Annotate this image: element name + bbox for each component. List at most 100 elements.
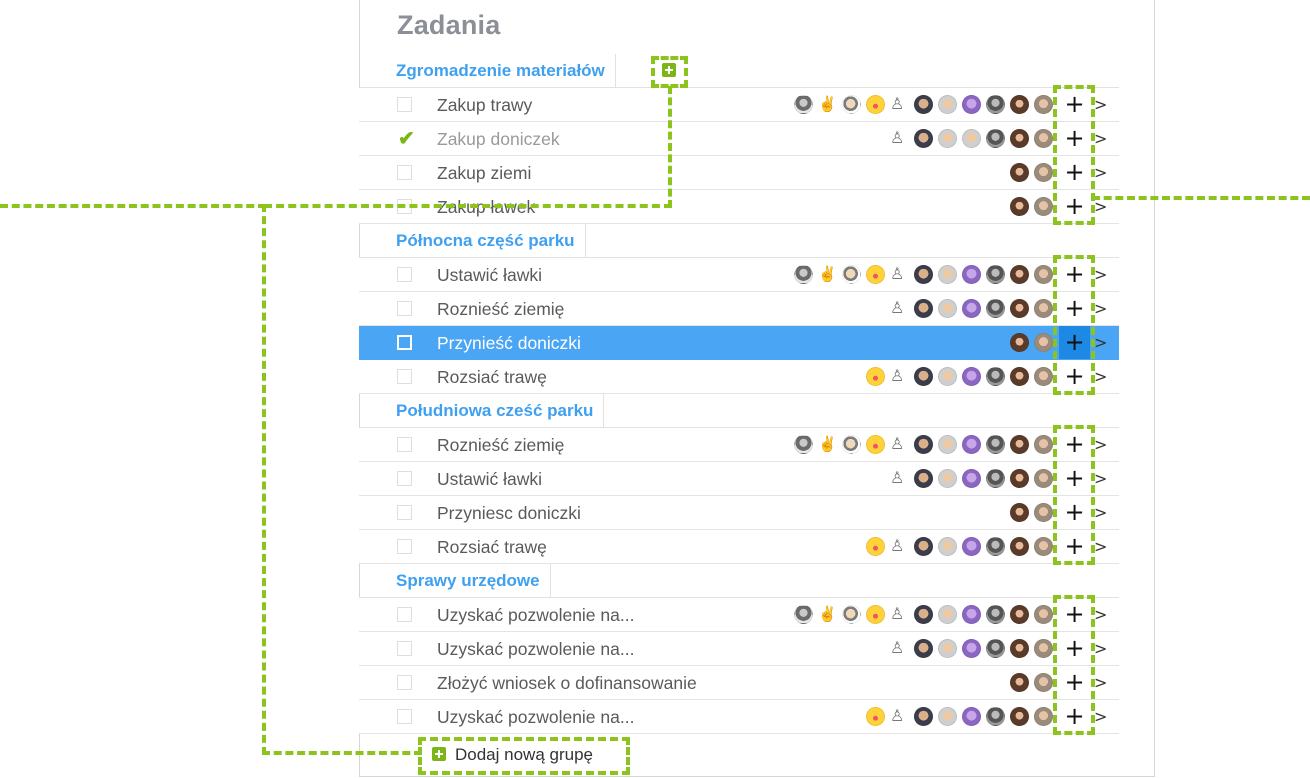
- avatar[interactable]: [914, 265, 933, 284]
- avatar[interactable]: [1010, 333, 1029, 352]
- task-row[interactable]: Złożyć wniosek o dofinansowanie: [359, 666, 1119, 700]
- avatar[interactable]: [842, 265, 861, 284]
- chevron-right-icon[interactable]: >: [1094, 428, 1107, 461]
- group-title[interactable]: Południowa cześć parku: [386, 394, 605, 429]
- task-row[interactable]: Ustawić ławki: [359, 258, 1119, 292]
- task-checkbox[interactable]: [397, 165, 412, 180]
- avatar[interactable]: [1034, 435, 1053, 454]
- avatar[interactable]: [1010, 435, 1029, 454]
- avatar[interactable]: [986, 95, 1005, 114]
- chevron-right-icon[interactable]: >: [1094, 700, 1107, 733]
- avatar[interactable]: [890, 435, 909, 454]
- task-checkbox[interactable]: [397, 539, 412, 554]
- task-checkbox[interactable]: [397, 335, 412, 350]
- avatar[interactable]: [914, 707, 933, 726]
- avatar[interactable]: [914, 469, 933, 488]
- avatar[interactable]: [866, 435, 885, 454]
- group-title[interactable]: Zgromadzenie materiałów: [386, 54, 616, 89]
- avatar[interactable]: [962, 435, 981, 454]
- avatar[interactable]: [1034, 503, 1053, 522]
- avatar[interactable]: [962, 95, 981, 114]
- task-row[interactable]: Rozsiać trawę: [359, 530, 1119, 564]
- task-row[interactable]: ✔ Zakup doniczek: [359, 122, 1119, 156]
- task-row[interactable]: Rozsiać trawę: [359, 360, 1119, 394]
- avatar[interactable]: [794, 95, 813, 114]
- avatar[interactable]: [962, 265, 981, 284]
- avatar[interactable]: [866, 95, 885, 114]
- avatar[interactable]: [842, 435, 861, 454]
- avatar[interactable]: [938, 95, 957, 114]
- chevron-right-icon[interactable]: >: [1094, 530, 1107, 563]
- avatar[interactable]: [962, 537, 981, 556]
- avatar[interactable]: [890, 129, 909, 148]
- task-row[interactable]: Roznieść ziemię: [359, 428, 1119, 462]
- avatar[interactable]: [890, 469, 909, 488]
- avatar[interactable]: [890, 265, 909, 284]
- avatar[interactable]: [938, 469, 957, 488]
- chevron-right-icon[interactable]: >: [1094, 190, 1107, 223]
- chevron-right-icon[interactable]: >: [1094, 666, 1107, 699]
- avatar[interactable]: [962, 707, 981, 726]
- task-row[interactable]: Uzyskać pozwolenie na...: [359, 700, 1119, 734]
- avatar[interactable]: [938, 707, 957, 726]
- task-checkbox[interactable]: [397, 607, 412, 622]
- task-checkbox[interactable]: [397, 505, 412, 520]
- task-row[interactable]: Uzyskać pozwolenie na...: [359, 632, 1119, 666]
- chevron-right-icon[interactable]: >: [1094, 632, 1107, 665]
- avatar[interactable]: [1034, 163, 1053, 182]
- avatar[interactable]: [986, 469, 1005, 488]
- avatar[interactable]: [986, 299, 1005, 318]
- avatar[interactable]: [890, 299, 909, 318]
- avatar[interactable]: [1034, 129, 1053, 148]
- avatar[interactable]: [866, 707, 885, 726]
- avatar[interactable]: [1034, 469, 1053, 488]
- avatar[interactable]: [866, 367, 885, 386]
- task-checkbox[interactable]: [397, 301, 412, 316]
- avatar[interactable]: [818, 265, 837, 284]
- avatar[interactable]: [962, 605, 981, 624]
- avatar[interactable]: [962, 367, 981, 386]
- avatar[interactable]: [1010, 265, 1029, 284]
- avatar[interactable]: [1010, 605, 1029, 624]
- chevron-right-icon[interactable]: >: [1094, 122, 1107, 155]
- avatar[interactable]: [962, 299, 981, 318]
- chevron-right-icon[interactable]: >: [1094, 496, 1107, 529]
- avatar[interactable]: [794, 435, 813, 454]
- avatar[interactable]: [890, 605, 909, 624]
- avatar[interactable]: [1010, 639, 1029, 658]
- avatar[interactable]: [914, 639, 933, 658]
- avatar[interactable]: [1034, 537, 1053, 556]
- avatar[interactable]: [986, 265, 1005, 284]
- avatar[interactable]: [1034, 197, 1053, 216]
- avatar[interactable]: [1034, 299, 1053, 318]
- avatar[interactable]: [890, 537, 909, 556]
- avatar[interactable]: [938, 639, 957, 658]
- avatar[interactable]: [914, 435, 933, 454]
- avatar[interactable]: [986, 435, 1005, 454]
- avatar[interactable]: [986, 537, 1005, 556]
- avatar[interactable]: [1010, 469, 1029, 488]
- task-row[interactable]: Ustawić ławki: [359, 462, 1119, 496]
- avatar[interactable]: [914, 367, 933, 386]
- task-row[interactable]: Zakup ziemi: [359, 156, 1119, 190]
- avatar[interactable]: [1010, 197, 1029, 216]
- avatar[interactable]: [914, 299, 933, 318]
- task-checkbox[interactable]: [397, 369, 412, 384]
- avatar[interactable]: [1010, 503, 1029, 522]
- avatar[interactable]: [914, 537, 933, 556]
- avatar[interactable]: [1010, 367, 1029, 386]
- chevron-right-icon[interactable]: >: [1094, 156, 1107, 189]
- avatar[interactable]: [866, 537, 885, 556]
- avatar[interactable]: [986, 707, 1005, 726]
- avatar[interactable]: [1010, 129, 1029, 148]
- group-title[interactable]: Północna część parku: [386, 224, 586, 259]
- avatar[interactable]: [1010, 673, 1029, 692]
- group-title[interactable]: Sprawy urzędowe: [386, 564, 551, 599]
- avatar[interactable]: [1034, 605, 1053, 624]
- avatar[interactable]: [914, 129, 933, 148]
- chevron-right-icon[interactable]: >: [1094, 462, 1107, 495]
- avatar[interactable]: [938, 605, 957, 624]
- avatar[interactable]: [866, 265, 885, 284]
- avatar[interactable]: [818, 435, 837, 454]
- avatar[interactable]: [1010, 95, 1029, 114]
